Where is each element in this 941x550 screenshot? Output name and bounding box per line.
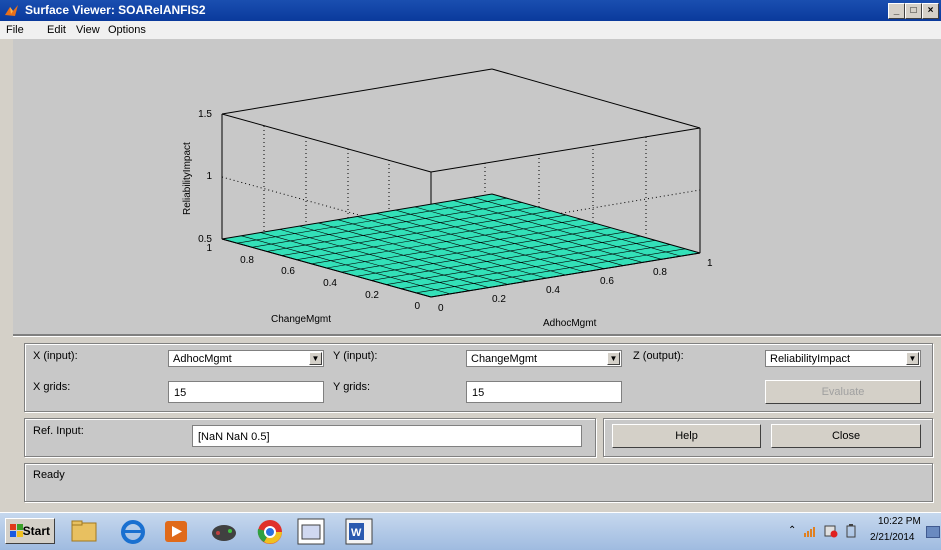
x-input-select[interactable]: AdhocMgmt ▼ [168, 350, 324, 367]
word-icon[interactable]: W [343, 517, 375, 546]
minimize-button[interactable]: _ [888, 3, 905, 19]
x-input-value: AdhocMgmt [173, 353, 232, 365]
ref-input-field[interactable]: [NaN NaN 0.5] [192, 425, 582, 447]
y-tick-label: 0.8 [240, 255, 254, 266]
y-axis-label: ChangeMgmt [271, 314, 331, 325]
y-grids-input[interactable]: 15 [466, 381, 622, 403]
clock-date[interactable]: 2/21/2014 [870, 532, 915, 543]
x-axis-label: AdhocMgmt [543, 318, 597, 329]
evaluate-button[interactable]: Evaluate [765, 380, 921, 404]
menu-bar: File Edit View Options [0, 21, 941, 39]
y-grids-value: 15 [472, 387, 485, 399]
network-icon[interactable] [804, 525, 818, 537]
y-tick-label: 0.2 [365, 290, 379, 301]
z-axis-label: ReliabilityImpact [182, 142, 193, 215]
taskbar: Start W ⌃ 10:22 PM 2/21/2014 [0, 512, 941, 550]
y-tick-label: 0 [414, 301, 420, 312]
status-text: Ready [33, 469, 65, 481]
y-tick-label: 0.6 [281, 266, 295, 277]
windows-logo-icon [10, 524, 23, 537]
x-tick-label: 0.2 [492, 294, 506, 305]
x-tick-label: 0.6 [600, 276, 614, 287]
chevron-down-icon[interactable]: ▼ [906, 352, 919, 365]
z-output-label: Z (output): [633, 350, 684, 362]
ref-input-value: [NaN NaN 0.5] [198, 431, 270, 443]
help-button[interactable]: Help [612, 424, 761, 448]
svg-text:W: W [351, 527, 362, 539]
chrome-icon[interactable] [254, 517, 286, 546]
title-bar: Surface Viewer: SOARelANFIS2 _ □ × [0, 0, 941, 21]
menu-view[interactable]: View [76, 24, 100, 36]
x-tick-label: 0 [438, 303, 444, 314]
menu-edit[interactable]: Edit [47, 24, 66, 36]
start-label: Start [22, 524, 50, 538]
y-tick-label: 0.4 [323, 278, 337, 289]
action-center-icon[interactable] [824, 524, 838, 538]
x-tick-label: 0.4 [546, 285, 560, 296]
battery-icon[interactable] [846, 524, 856, 538]
y-input-value: ChangeMgmt [471, 353, 538, 365]
y-grids-label: Y grids: [333, 381, 371, 393]
game-controller-icon[interactable] [208, 517, 240, 546]
x-grids-value: 15 [174, 387, 187, 399]
x-grids-input[interactable]: 15 [168, 381, 324, 403]
z-output-value: ReliabilityImpact [770, 353, 851, 365]
show-desktop-button[interactable] [926, 526, 940, 538]
z-output-select[interactable]: ReliabilityImpact ▼ [765, 350, 921, 367]
plot-area: 1.5 1 0.5 ReliabilityImpact 1 0.8 0.6 0.… [13, 39, 941, 335]
media-player-icon[interactable] [160, 517, 192, 546]
surface-plot[interactable]: 1.5 1 0.5 ReliabilityImpact 1 0.8 0.6 0.… [13, 39, 941, 335]
divider [13, 334, 941, 337]
menu-file[interactable]: File [6, 24, 24, 36]
y-input-select[interactable]: ChangeMgmt ▼ [466, 350, 622, 367]
chevron-up-icon[interactable]: ⌃ [788, 525, 796, 536]
status-panel [24, 463, 933, 502]
matlab-icon [5, 5, 18, 16]
close-button[interactable]: Close [771, 424, 921, 448]
x-tick-label: 0.8 [653, 267, 667, 278]
clock-time[interactable]: 10:22 PM [878, 516, 921, 527]
chevron-down-icon[interactable]: ▼ [309, 352, 322, 365]
x-tick-label: 1 [707, 258, 713, 269]
z-tick-label: 1 [206, 171, 212, 182]
ref-input-label: Ref. Input: [33, 425, 84, 437]
x-grids-label: X grids: [33, 381, 71, 393]
console-icon[interactable] [295, 517, 327, 546]
start-button[interactable]: Start [5, 518, 55, 544]
maximize-button[interactable]: □ [905, 3, 922, 19]
x-input-label: X (input): [33, 350, 78, 362]
menu-options[interactable]: Options [108, 24, 146, 36]
y-input-label: Y (input): [333, 350, 378, 362]
close-window-button[interactable]: × [922, 3, 939, 19]
z-tick-label: 1.5 [198, 109, 212, 120]
internet-explorer-icon[interactable] [117, 517, 149, 546]
window-title: Surface Viewer: SOARelANFIS2 [25, 3, 206, 17]
file-explorer-icon[interactable] [68, 517, 100, 546]
chevron-down-icon[interactable]: ▼ [607, 352, 620, 365]
y-tick-label: 1 [206, 243, 212, 254]
